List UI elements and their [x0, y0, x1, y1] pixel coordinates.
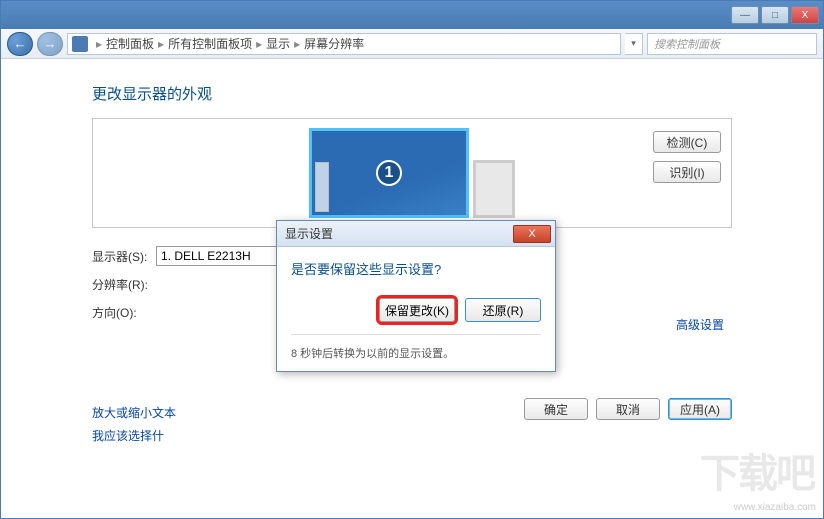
- choose-link[interactable]: 我应该选择什: [92, 427, 732, 444]
- watermark-logo: 下载吧: [700, 441, 814, 499]
- breadcrumb-item: 屏幕分辨率: [304, 35, 364, 52]
- dialog-titlebar: 显示设置 X: [277, 221, 555, 247]
- keep-changes-button[interactable]: 保留更改(K): [379, 298, 455, 322]
- footer-buttons: 确定 取消 应用(A): [524, 398, 732, 420]
- dialog-question: 是否要保留这些显示设置?: [291, 259, 541, 278]
- nav-back-button[interactable]: ←: [7, 32, 33, 56]
- control-panel-icon: [72, 36, 88, 52]
- page-title: 更改显示器的外观: [92, 83, 732, 104]
- chevron-right-icon: ▸: [158, 37, 164, 51]
- revert-button[interactable]: 还原(R): [465, 298, 541, 322]
- monitor-secondary[interactable]: [473, 160, 515, 218]
- watermark-url: www.xiazaiba.com: [734, 502, 816, 513]
- apply-button[interactable]: 应用(A): [668, 398, 732, 420]
- minimize-button[interactable]: —: [731, 6, 759, 24]
- display-label: 显示器(S):: [92, 248, 156, 265]
- detect-button[interactable]: 检测(C): [653, 131, 721, 153]
- chevron-right-icon: ▸: [294, 37, 300, 51]
- resolution-label: 分辨率(R):: [92, 276, 156, 293]
- monitor-1[interactable]: 1: [309, 128, 469, 218]
- identify-button[interactable]: 识别(I): [653, 161, 721, 183]
- breadcrumb-item[interactable]: 控制面板: [106, 35, 154, 52]
- dialog-close-button[interactable]: X: [513, 225, 551, 243]
- search-input[interactable]: 搜索控制面板: [647, 33, 817, 55]
- ok-button[interactable]: 确定: [524, 398, 588, 420]
- breadcrumb-item[interactable]: 所有控制面板项: [168, 35, 252, 52]
- orientation-label: 方向(O):: [92, 304, 156, 321]
- chevron-right-icon: ▸: [96, 37, 102, 51]
- window-titlebar: — □ X: [1, 1, 823, 29]
- display-preview: 1 检测(C) 识别(I): [92, 118, 732, 228]
- breadcrumb-dropdown[interactable]: ▾: [625, 33, 643, 55]
- maximize-button[interactable]: □: [761, 6, 789, 24]
- taskbar-preview: [315, 162, 329, 212]
- breadcrumb-item[interactable]: 显示: [266, 35, 290, 52]
- display-settings-dialog: 显示设置 X 是否要保留这些显示设置? 保留更改(K) 还原(R) 8 秒钟后转…: [276, 220, 556, 372]
- close-button[interactable]: X: [791, 6, 819, 24]
- control-panel-window: — □ X ← → ▸ 控制面板 ▸ 所有控制面板项 ▸ 显示 ▸ 屏幕分辨率 …: [0, 0, 824, 519]
- countdown-text: 8 秒钟后转换为以前的显示设置。: [291, 345, 541, 361]
- navigation-bar: ← → ▸ 控制面板 ▸ 所有控制面板项 ▸ 显示 ▸ 屏幕分辨率 ▾ 搜索控制…: [1, 29, 823, 59]
- dialog-title: 显示设置: [285, 225, 333, 242]
- cancel-button[interactable]: 取消: [596, 398, 660, 420]
- chevron-right-icon: ▸: [256, 37, 262, 51]
- monitor-number: 1: [376, 160, 402, 186]
- nav-forward-button[interactable]: →: [37, 32, 63, 56]
- advanced-settings-link[interactable]: 高级设置: [676, 316, 724, 333]
- breadcrumb[interactable]: ▸ 控制面板 ▸ 所有控制面板项 ▸ 显示 ▸ 屏幕分辨率: [67, 33, 621, 55]
